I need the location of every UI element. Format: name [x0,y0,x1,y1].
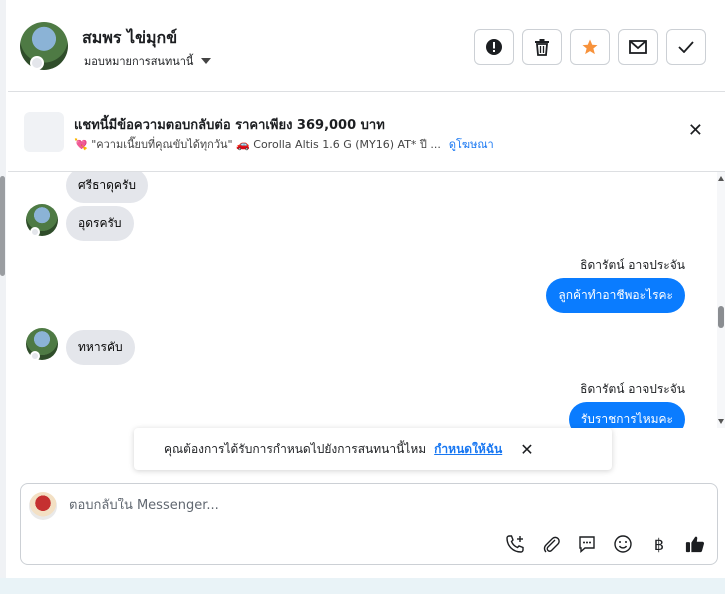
banner-subtitle: 💘 "ความเนี๊ยบที่คุณขับได้ทุกวัน" 🚗 Corol… [74,135,494,153]
left-scrollbar[interactable] [0,0,6,580]
messenger-badge-icon [30,351,40,361]
conversation-header: สมพร ไข่มุกข์ มอบหมายการสนทนานี้ [8,2,725,92]
saved-replies-button[interactable] [577,534,597,554]
sender-name: ธิดารัตน์ อาจประจัน [580,382,685,396]
caret-down-icon [201,58,212,64]
page-avatar [29,492,57,520]
emoji-button[interactable] [613,534,633,554]
delete-button[interactable] [522,29,562,65]
messenger-badge-icon [30,56,44,70]
chat-scrollbar[interactable] [717,172,725,428]
baht-icon: ฿ [653,534,665,554]
banner-title: แชทนี้มีข้อความตอบกลับต่อ ราคาเพียง 369,… [74,118,385,133]
thumbs-up-icon [685,536,705,553]
phone-plus-icon [506,535,524,553]
reply-input[interactable] [69,498,669,513]
assign-label: มอบหมายการสนทนานี้ [84,55,194,68]
left-scrollbar-thumb[interactable] [0,176,5,276]
mark-done-button[interactable] [666,29,706,65]
checkmark-icon [678,41,694,53]
contact-name[interactable]: สมพร ไข่มุกข์ [82,26,177,51]
contact-avatar-small [26,204,58,237]
spam-button[interactable] [474,29,514,65]
chat-scrollbar-thumb[interactable] [718,306,724,328]
chat-bubble-icon [579,536,595,554]
star-button[interactable] [570,29,610,65]
sender-name: ธิดารัตน์ อาจประจัน [580,258,685,272]
incoming-message: ศรีธาดุครับ [66,172,149,203]
assign-prompt: คุณต้องการได้รับการกำหนดไปยังการสนทนานี้… [134,428,612,470]
contact-avatar-small [26,328,58,361]
exclamation-icon [486,39,502,55]
assign-to-me-link[interactable]: กำหนดให้ฉัน [434,440,502,459]
view-ad-link[interactable]: ดูโฆษณา [449,138,494,151]
attach-button[interactable] [541,534,561,554]
messenger-badge-icon [30,227,40,237]
incoming-message: อุดรครับ [66,206,134,241]
footer-strip [0,578,725,594]
add-call-button[interactable] [505,534,525,554]
message-thread[interactable]: ศรีธาดุครับ อุดรครับ ธิดารัตน์ อาจประจัน… [8,172,717,428]
header-actions [474,29,706,65]
mark-unread-button[interactable] [618,29,658,65]
scroll-down-icon[interactable] [718,419,724,424]
assign-prompt-text: คุณต้องการได้รับการกำหนดไปยังการสนทนานี้… [164,441,427,456]
contact-avatar[interactable] [20,22,68,70]
outgoing-message: ลูกค้าทำอาชีพอะไรคะ [546,278,685,313]
scroll-up-icon[interactable] [718,176,724,181]
star-icon [582,39,598,55]
assign-dropdown[interactable]: มอบหมายการสนทนานี้ [84,52,212,70]
paperclip-icon [543,536,560,553]
close-icon[interactable]: ✕ [688,120,703,141]
composer-tools: ฿ [505,534,705,554]
trash-icon [535,39,549,56]
close-icon[interactable]: ✕ [520,440,533,459]
smiley-icon [614,535,632,553]
ad-thumbnail [24,112,64,152]
ad-description: 💘 "ความเนี๊ยบที่คุณขับได้ทุกวัน" 🚗 Corol… [74,138,441,151]
envelope-icon [629,40,647,54]
incoming-message: ทหารคับ [66,330,135,365]
outgoing-message: รับราชการไหมคะ [568,402,685,428]
ad-context-banner: แชทนี้มีข้อความตอบกลับต่อ ราคาเพียง 369,… [8,92,725,172]
like-button[interactable] [685,534,705,554]
payment-button[interactable]: ฿ [649,534,669,554]
reply-composer: ฿ [20,483,718,565]
